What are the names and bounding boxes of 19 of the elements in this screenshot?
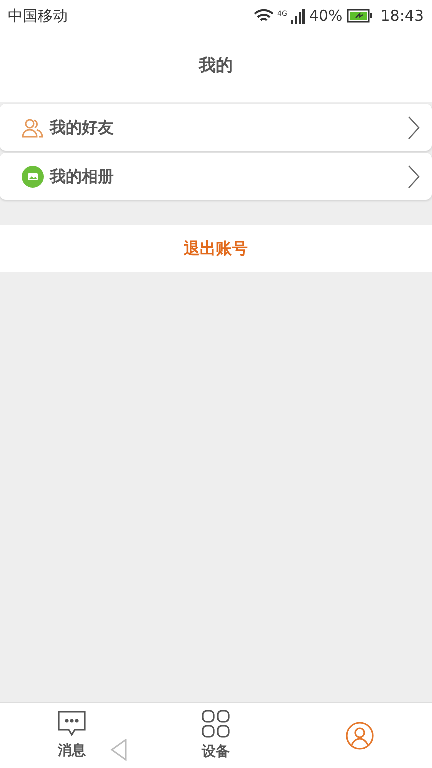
menu-item[interactable]: 我的好友 <box>0 104 432 151</box>
person-icon <box>345 720 375 750</box>
chat-icon <box>57 710 87 738</box>
back-icon <box>110 739 128 761</box>
photo-icon <box>22 166 44 188</box>
page-title: 我的 <box>199 55 233 78</box>
grid-icon <box>201 708 231 738</box>
chevron-right-icon <box>408 164 420 188</box>
chevron-right-icon <box>408 116 420 140</box>
signal-icon <box>291 8 306 24</box>
battery-percent: 40% <box>309 6 343 27</box>
battery-icon <box>346 9 373 23</box>
tab-button[interactable]: 设备 <box>144 703 288 768</box>
people-icon <box>22 118 44 138</box>
menu-item[interactable]: 我的相册 <box>0 153 432 200</box>
clock-time: 18:43 <box>380 6 424 27</box>
wifi-icon <box>254 8 274 24</box>
carrier-name: 中国移动 <box>8 6 68 27</box>
tab-button[interactable]: 消息 <box>0 703 144 768</box>
